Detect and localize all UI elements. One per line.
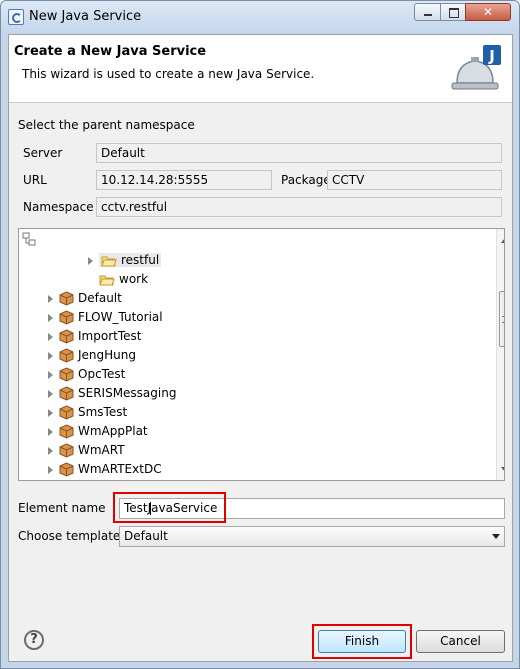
app-icon (8, 9, 24, 25)
wizard-description: This wizard is used to create a new Java… (22, 67, 315, 81)
close-icon: ✕ (482, 5, 494, 19)
tree-item-label: Default (78, 291, 122, 305)
template-select[interactable]: Default (119, 526, 505, 547)
collapse-all-icon[interactable] (22, 232, 36, 248)
cancel-button[interactable]: Cancel (416, 630, 505, 653)
url-field: 10.12.14.28:5555 (96, 170, 272, 190)
tree-row-package[interactable]: WmART (48, 441, 125, 459)
tree-item-label: restful (121, 253, 160, 267)
tree-item-label: work (119, 272, 149, 286)
package-icon (59, 443, 74, 458)
tree-row-package[interactable]: WmAppPlat (48, 422, 148, 440)
tree-row-package[interactable]: SmsTest (48, 403, 127, 421)
expand-arrow-icon[interactable] (48, 408, 53, 417)
help-icon[interactable]: ? (24, 630, 44, 650)
template-value: Default (124, 529, 168, 543)
tree-item-label: JengHung (78, 348, 136, 362)
server-label: Server (23, 146, 63, 160)
scroll-up-arrow-icon[interactable] (501, 238, 504, 243)
highlight-finish (312, 624, 412, 659)
expand-arrow-icon[interactable] (48, 313, 53, 322)
package-icon (59, 329, 74, 344)
expand-arrow-icon[interactable] (48, 465, 53, 474)
tree-item-label: ImportTest (78, 329, 142, 343)
title-bar[interactable]: New Java Service ✕ (1, 1, 519, 33)
package-icon (59, 462, 74, 477)
tree-row-package[interactable]: Default (48, 289, 122, 307)
tree-item-label: WmART (78, 443, 125, 457)
logo-letter: J (488, 47, 495, 65)
package-icon (59, 348, 74, 363)
tree-row-package[interactable]: JengHung (48, 346, 136, 364)
tree-row-restful[interactable]: restful (88, 251, 162, 269)
folder-icon (99, 275, 115, 285)
java-service-bell-icon: J (451, 45, 501, 90)
expand-arrow-icon[interactable] (48, 389, 53, 398)
dropdown-arrow-icon[interactable] (492, 534, 500, 539)
maximize-button[interactable] (440, 3, 466, 21)
tree-item-label: SERISMessaging (78, 386, 177, 400)
scrollbar-thumb[interactable] (499, 291, 504, 347)
wizard-client-area: Create a New Java Service This wizard is… (8, 34, 513, 662)
package-icon (59, 291, 74, 306)
namespace-field: cctv.restful (96, 197, 502, 217)
package-icon (59, 424, 74, 439)
tree-item-label: WmARTExtDC (78, 462, 162, 476)
tree-row-package[interactable]: SERISMessaging (48, 384, 176, 402)
namespace-label: Namespace (23, 200, 94, 214)
package-icon (59, 386, 74, 401)
wizard-header: Create a New Java Service This wizard is… (9, 35, 512, 103)
parent-namespace-label: Select the parent namespace (18, 118, 195, 132)
url-label: URL (23, 173, 47, 187)
expand-arrow-icon[interactable] (88, 256, 93, 265)
folder-icon (101, 256, 117, 266)
server-field: Default (96, 143, 502, 163)
package-field: CCTV (327, 170, 502, 190)
window-title: New Java Service (29, 9, 142, 24)
package-icon (59, 310, 74, 325)
expand-arrow-icon[interactable] (48, 351, 53, 360)
wizard-title: Create a New Java Service (14, 44, 207, 59)
tree-row-package[interactable]: WmARTExtDC (48, 460, 162, 478)
element-name-label: Element name (18, 501, 106, 515)
package-icon (59, 405, 74, 420)
tree-item-label: SmsTest (78, 405, 128, 419)
choose-template-label: Choose template (18, 529, 121, 543)
namespace-tree[interactable]: restful work Default FLOW_Tutorial Impor… (18, 228, 505, 481)
expand-arrow-icon[interactable] (48, 332, 53, 341)
tree-row-package[interactable]: OpcTest (48, 365, 125, 383)
wizard-window: New Java Service ✕ Create a New Java Ser… (0, 0, 520, 669)
minimize-button[interactable] (414, 3, 441, 21)
package-icon (59, 367, 74, 382)
expand-arrow-icon[interactable] (48, 427, 53, 436)
tree-item-label: FLOW_Tutorial (78, 310, 163, 324)
close-button[interactable]: ✕ (465, 3, 511, 21)
expand-arrow-icon[interactable] (48, 446, 53, 455)
tree-item-label: WmAppPlat (78, 424, 148, 438)
expand-arrow-icon[interactable] (48, 294, 53, 303)
highlight-element-name (113, 492, 226, 523)
tree-row-package[interactable]: ImportTest (48, 327, 141, 345)
tree-row-package[interactable]: FLOW_Tutorial (48, 308, 163, 326)
tree-vertical-scrollbar[interactable] (496, 229, 504, 480)
tree-row-work[interactable]: work (99, 270, 148, 288)
expand-arrow-icon[interactable] (48, 370, 53, 379)
tree-item-label: OpcTest (78, 367, 126, 381)
package-label: Package (281, 173, 331, 187)
scroll-down-arrow-icon[interactable] (501, 467, 504, 472)
